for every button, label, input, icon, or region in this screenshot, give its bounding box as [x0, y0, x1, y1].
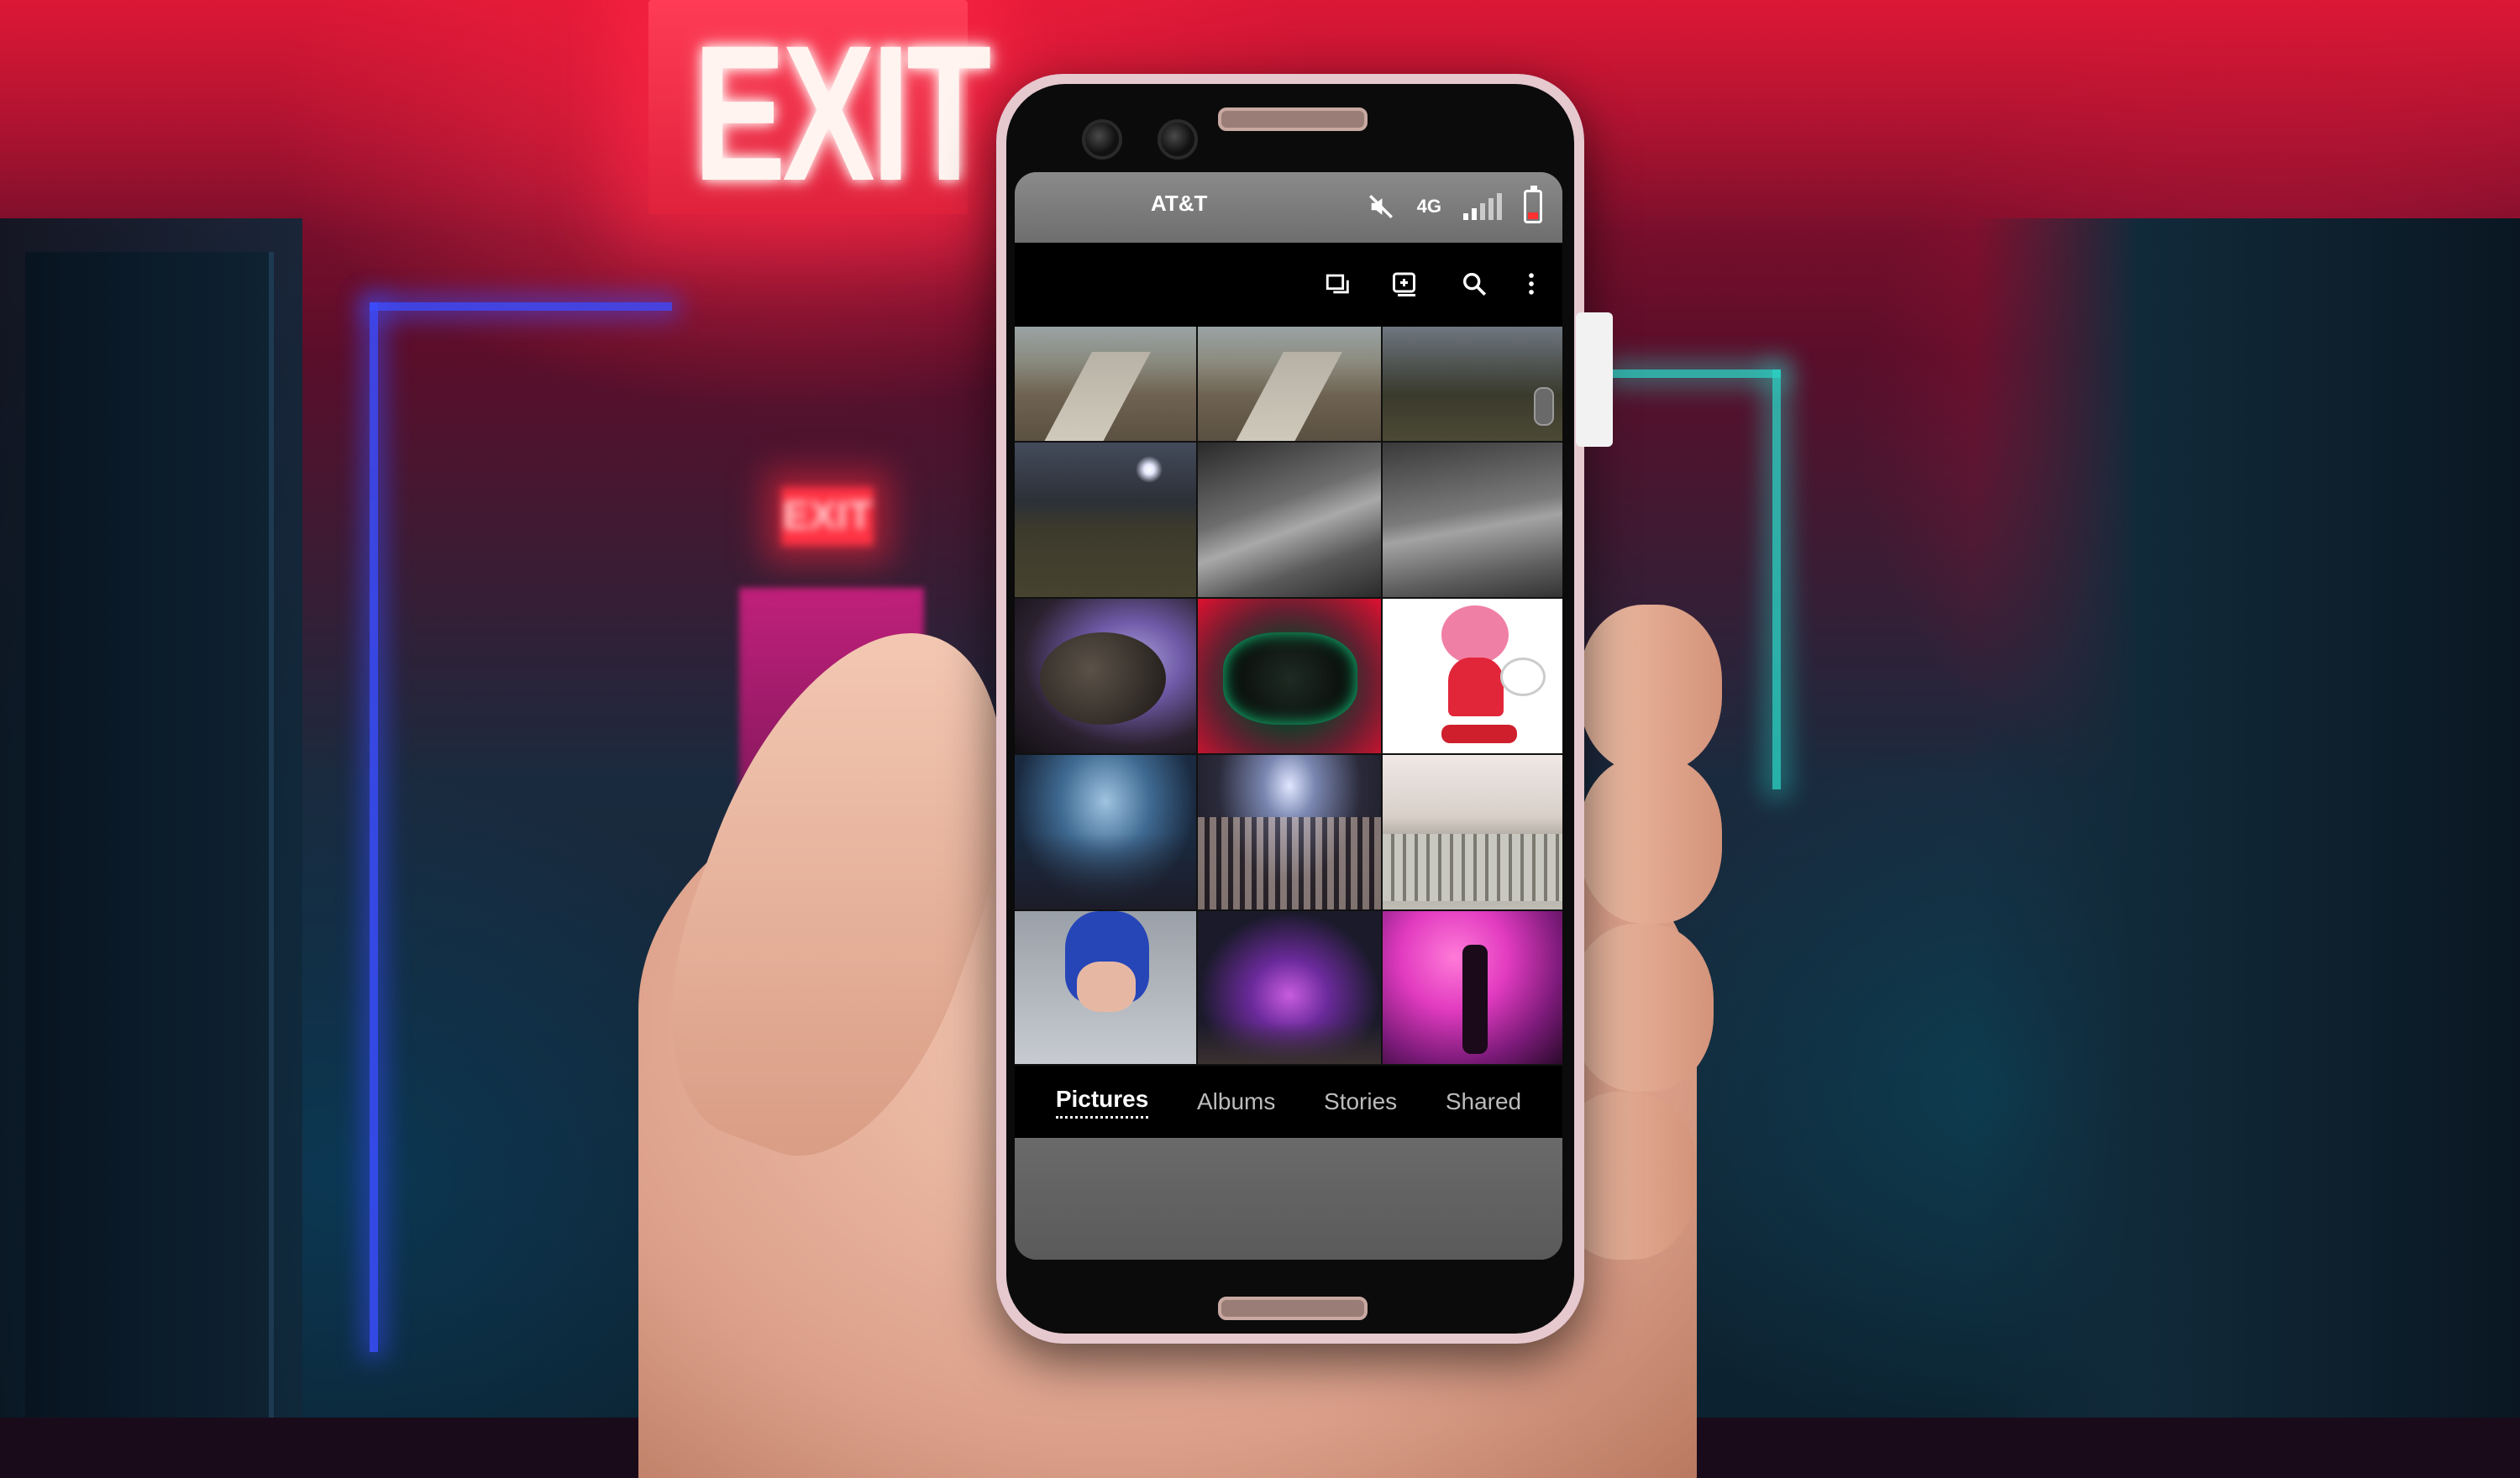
- phone-power-button[interactable]: [1576, 312, 1613, 447]
- concert-crowd-photo[interactable]: [1015, 755, 1196, 909]
- status-icons: 4G: [1367, 186, 1542, 226]
- search-icon[interactable]: [1457, 266, 1492, 301]
- red-green-graffiti-photo[interactable]: [1198, 599, 1381, 753]
- performer-pink-light-photo[interactable]: [1383, 911, 1562, 1064]
- gallery-toolbar: [1015, 243, 1562, 327]
- exit-sign-text: EXIT: [693, 5, 991, 221]
- tab-pictures[interactable]: Pictures: [1055, 1086, 1149, 1119]
- tab-stories[interactable]: Stories: [1324, 1088, 1397, 1115]
- tab-shared[interactable]: Shared: [1446, 1088, 1521, 1115]
- exit-sign: EXIT: [648, 0, 991, 221]
- far-exit-sign: EXIT: [781, 487, 874, 546]
- neon-light-blue-top: [370, 302, 672, 311]
- hand-finger: [1579, 605, 1722, 773]
- amy-rose-character-image[interactable]: [1383, 599, 1562, 753]
- field-at-night-photo[interactable]: [1383, 327, 1562, 441]
- battery-icon: [1524, 186, 1542, 223]
- battery-level: [1528, 212, 1538, 219]
- character-glove: [1500, 658, 1546, 696]
- status-bar: AT&T 4G: [1015, 172, 1562, 243]
- left-door: [25, 252, 274, 1418]
- character-boots: [1441, 725, 1517, 743]
- signal-icon: [1463, 193, 1502, 220]
- earpiece-speaker: [1218, 107, 1368, 131]
- more-vert-icon[interactable]: [1514, 266, 1549, 301]
- fast-scroll-handle[interactable]: [1534, 387, 1554, 426]
- sidewalk-photo[interactable]: [1198, 327, 1381, 441]
- cans-on-table-photo[interactable]: [1383, 755, 1562, 909]
- mute-icon: [1368, 195, 1393, 218]
- curb-photo[interactable]: [1198, 443, 1381, 597]
- navigation-area: [1015, 1138, 1562, 1260]
- photo-grid: [1015, 327, 1562, 1066]
- add-album-icon[interactable]: [1388, 266, 1423, 301]
- tab-albums[interactable]: Albums: [1197, 1088, 1275, 1115]
- moon-over-field-photo[interactable]: [1015, 443, 1196, 597]
- select-icon[interactable]: [1320, 266, 1356, 301]
- hand-finger: [1571, 924, 1714, 1092]
- hand-finger: [1579, 756, 1722, 924]
- neon-light-teal: [1772, 370, 1781, 789]
- neon-light-teal-top: [1613, 370, 1781, 378]
- sidewalk-photo[interactable]: [1015, 327, 1196, 441]
- curb-photo[interactable]: [1383, 443, 1562, 597]
- front-camera: [1082, 119, 1122, 160]
- bottom-speaker: [1218, 1297, 1368, 1320]
- blue-hair-costume-photo[interactable]: [1015, 911, 1196, 1064]
- front-camera: [1158, 119, 1198, 160]
- character-dress: [1448, 658, 1504, 716]
- right-wall: [1974, 218, 2520, 1418]
- character-head: [1441, 605, 1509, 664]
- network-type: 4G: [1416, 196, 1441, 217]
- concert-stage-photo[interactable]: [1198, 911, 1381, 1064]
- guitar-photo[interactable]: [1015, 599, 1196, 753]
- bottom-tab-bar: Pictures Albums Stories Shared: [1015, 1066, 1562, 1138]
- carrier-label: AT&T: [1151, 191, 1208, 216]
- concert-crowd-photo[interactable]: [1198, 755, 1381, 909]
- phone-screen: AT&T 4G Pictures Albums Stories Shared: [1015, 172, 1562, 1260]
- neon-light-blue: [370, 302, 378, 1352]
